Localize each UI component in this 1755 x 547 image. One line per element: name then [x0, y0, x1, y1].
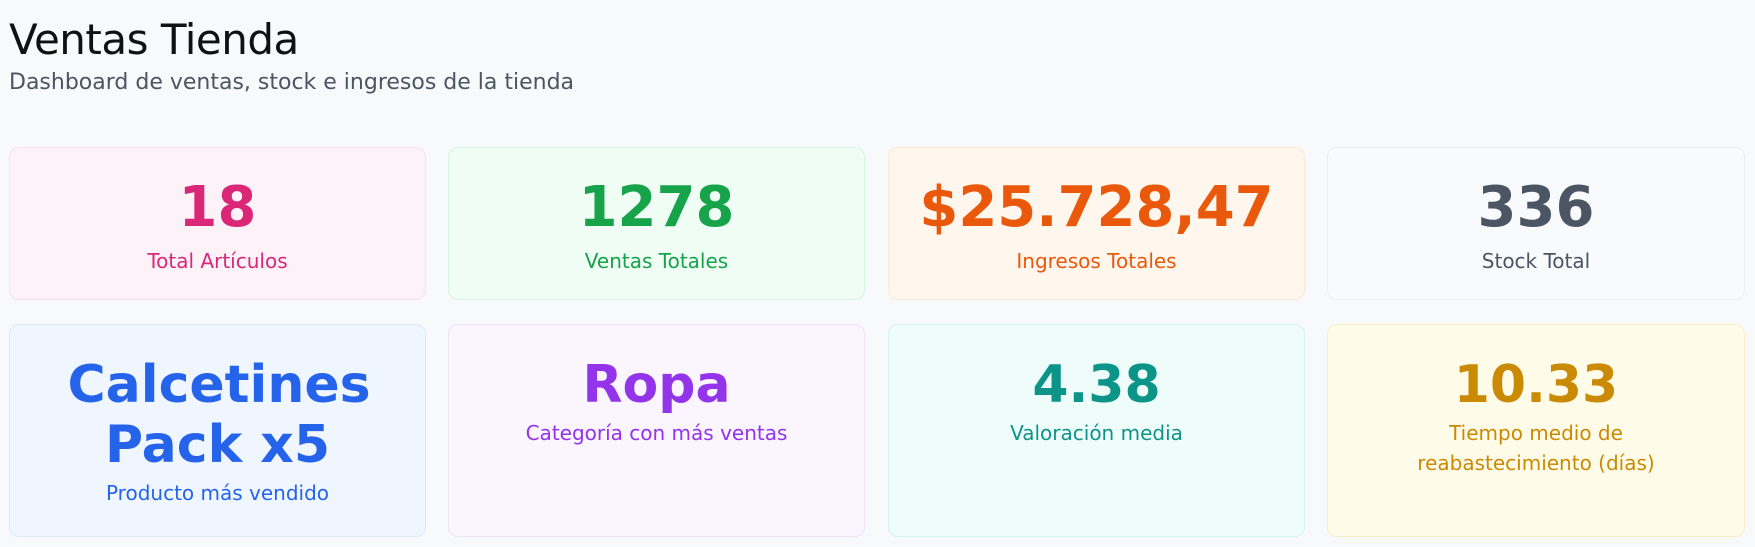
metric-card-total-sales: 1278 Ventas Totales [448, 147, 865, 300]
metric-card-total-stock: 336 Stock Total [1327, 147, 1745, 300]
metric-label: Stock Total [1481, 249, 1591, 273]
metric-value: Calcetines Pack x5 [67, 355, 371, 475]
metric-label: Ingresos Totales [1016, 249, 1177, 273]
metric-value: 336 [1477, 175, 1595, 240]
metric-label: Ventas Totales [584, 249, 729, 273]
metric-card-top-category: Ropa Categoría con más ventas [448, 324, 865, 537]
metric-value: 10.33 [1453, 355, 1619, 415]
page-header: Ventas Tienda Dashboard de ventas, stock… [9, 14, 574, 98]
metric-label: Categoría con más ventas [525, 421, 788, 445]
metric-label: Total Artículos [147, 249, 288, 273]
metric-value: $25.728,47 [919, 175, 1274, 240]
metric-value: 4.38 [1032, 355, 1161, 415]
metric-card-average-rating: 4.38 Valoración media [888, 324, 1305, 537]
metric-card-average-restock-time: 10.33 Tiempo medio de reabastecimiento (… [1327, 324, 1745, 537]
metric-value: 1278 [578, 175, 735, 240]
metric-label: Valoración media [1010, 421, 1183, 445]
metric-card-total-revenue: $25.728,47 Ingresos Totales [888, 147, 1305, 300]
metric-label: Producto más vendido [105, 481, 330, 505]
metric-card-total-articles: 18 Total Artículos [9, 147, 426, 300]
metric-value: 18 [178, 175, 257, 240]
metric-label: Tiempo medio de reabastecimiento (días) [1417, 421, 1655, 475]
metric-value: Ropa [582, 355, 731, 415]
page-title: Ventas Tienda [9, 15, 299, 64]
page-subtitle: Dashboard de ventas, stock e ingresos de… [9, 70, 575, 95]
metric-card-best-selling-product: Calcetines Pack x5 Producto más vendido [9, 324, 426, 537]
